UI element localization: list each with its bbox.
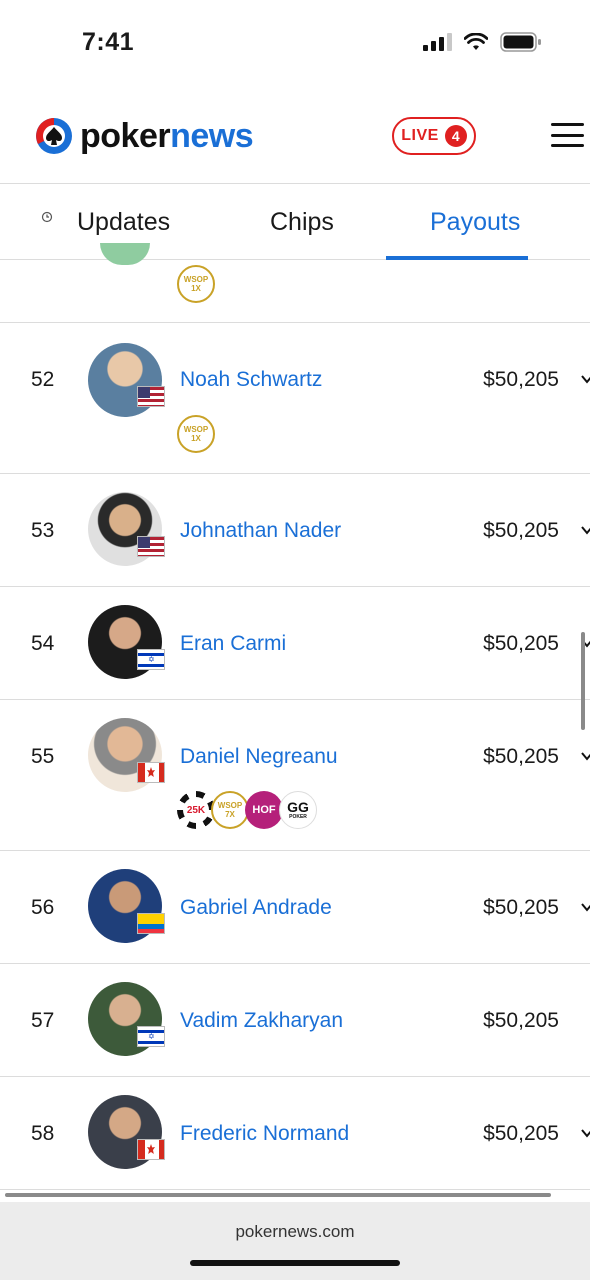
chevron-down-icon[interactable] bbox=[581, 372, 590, 386]
us-flag-icon bbox=[137, 386, 165, 407]
table-row[interactable]: 57 ✡ Vadim Zakharyan $50,205 bbox=[0, 964, 590, 1077]
vertical-scrollbar[interactable] bbox=[581, 632, 585, 730]
cellular-signal-icon bbox=[423, 33, 452, 51]
player-name-link[interactable]: Gabriel Andrade bbox=[180, 896, 332, 920]
hamburger-menu-icon[interactable] bbox=[551, 123, 584, 147]
logo-news-text: news bbox=[170, 116, 254, 155]
hall-of-fame-badge: HOF bbox=[245, 791, 283, 829]
rank: 55 bbox=[31, 745, 55, 768]
ggpoker-badge: GG POKER bbox=[279, 791, 317, 829]
player-name-link[interactable]: Johnathan Nader bbox=[180, 519, 341, 543]
table-row[interactable]: 52 Noah Schwartz $50,205 WSOP 1X bbox=[0, 323, 590, 474]
rank: 54 bbox=[31, 632, 55, 655]
player-badges: WSOP 1X bbox=[177, 415, 215, 453]
table-row[interactable]: 58 Frederic Normand $50,205 bbox=[0, 1077, 590, 1190]
player-name-link[interactable]: Noah Schwartz bbox=[180, 368, 322, 392]
avatar bbox=[100, 243, 150, 265]
rank: 52 bbox=[31, 368, 55, 391]
spade-logo-icon bbox=[36, 118, 72, 154]
prize-amount: $50,205 bbox=[483, 896, 559, 919]
pokernews-logo[interactable]: pokernews bbox=[34, 116, 254, 156]
table-row[interactable]: 54 ✡ Eran Carmi $50,205 bbox=[0, 587, 590, 700]
chevron-down-icon[interactable] bbox=[581, 749, 590, 763]
status-bar: 7:41 bbox=[0, 0, 590, 90]
prize-amount: $50,205 bbox=[483, 1009, 559, 1032]
logo-wordmark: pokernews bbox=[80, 116, 254, 156]
chip-25k-badge: 25K bbox=[177, 791, 215, 829]
player-name-link[interactable]: Frederic Normand bbox=[180, 1122, 349, 1146]
wsop-bracelet-badge: WSOP 1X bbox=[177, 415, 215, 453]
player-name-link[interactable]: Eran Carmi bbox=[180, 632, 286, 656]
ecuador-flag-icon bbox=[137, 913, 165, 934]
active-tab-indicator bbox=[386, 256, 528, 260]
status-icons bbox=[423, 32, 542, 52]
horizontal-scrollbar[interactable] bbox=[5, 1193, 551, 1197]
table-row[interactable]: 56 Gabriel Andrade $50,205 bbox=[0, 851, 590, 964]
prize-amount: $50,205 bbox=[483, 632, 559, 655]
tab-chips[interactable]: Chips bbox=[270, 184, 334, 260]
site-header: pokernews LIVE 4 bbox=[0, 90, 590, 184]
live-count-badge: 4 bbox=[444, 125, 467, 147]
live-label: LIVE bbox=[401, 127, 439, 144]
chevron-down-icon[interactable] bbox=[581, 523, 590, 537]
table-row: WSOP 1X bbox=[0, 243, 590, 323]
prize-amount: $50,205 bbox=[483, 1122, 559, 1145]
player-name-link[interactable]: Vadim Zakharyan bbox=[180, 1009, 343, 1033]
player-name-link[interactable]: Daniel Negreanu bbox=[180, 745, 338, 769]
table-row[interactable]: 53 Johnathan Nader $50,205 bbox=[0, 474, 590, 587]
us-flag-icon bbox=[137, 536, 165, 557]
wsop-bracelet-badge: WSOP 1X bbox=[177, 265, 215, 303]
clock-icon bbox=[41, 211, 53, 223]
player-badges: 25K WSOP 7X HOF GG POKER bbox=[177, 791, 317, 829]
canada-flag-icon bbox=[137, 1139, 165, 1160]
prize-amount: $50,205 bbox=[483, 368, 559, 391]
logo-poker-text: poker bbox=[80, 116, 171, 155]
live-button[interactable]: LIVE 4 bbox=[392, 117, 476, 155]
rank: 56 bbox=[31, 896, 55, 919]
prize-amount: $50,205 bbox=[483, 519, 559, 542]
israel-flag-icon: ✡ bbox=[137, 649, 165, 670]
status-time: 7:41 bbox=[82, 28, 135, 56]
battery-icon bbox=[500, 32, 541, 52]
player-badges: WSOP 1X bbox=[177, 265, 215, 303]
israel-flag-icon: ✡ bbox=[137, 1026, 165, 1047]
prize-amount: $50,205 bbox=[483, 745, 559, 768]
rank: 57 bbox=[31, 1009, 55, 1032]
tab-bar: Updates Chips Payouts bbox=[0, 184, 590, 260]
browser-address-bar[interactable]: pokernews.com bbox=[0, 1202, 590, 1280]
rank: 58 bbox=[31, 1122, 55, 1145]
tab-payouts[interactable]: Payouts bbox=[430, 184, 520, 260]
rank: 53 bbox=[31, 519, 55, 542]
url-text[interactable]: pokernews.com bbox=[0, 1222, 590, 1242]
wifi-icon bbox=[464, 33, 488, 50]
home-indicator[interactable] bbox=[190, 1260, 400, 1266]
chevron-down-icon[interactable] bbox=[581, 1126, 590, 1140]
table-row[interactable]: 55 Daniel Negreanu $50,205 25K WSOP 7X HO… bbox=[0, 700, 590, 851]
canada-flag-icon bbox=[137, 762, 165, 783]
wsop-bracelet-badge: WSOP 7X bbox=[211, 791, 249, 829]
chevron-down-icon[interactable] bbox=[581, 900, 590, 914]
